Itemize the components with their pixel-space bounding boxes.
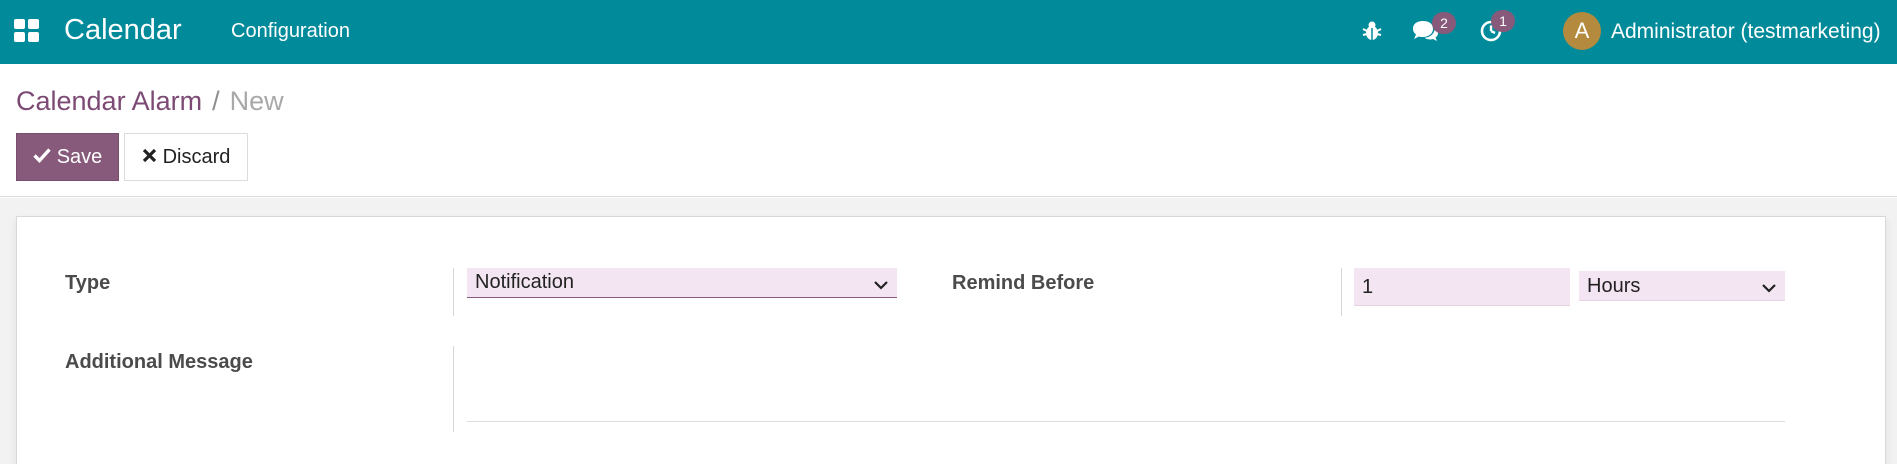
breadcrumb-current: New bbox=[229, 86, 284, 116]
bug-icon[interactable] bbox=[1360, 19, 1384, 48]
type-label: Type bbox=[65, 272, 111, 294]
divider bbox=[453, 346, 454, 432]
remind-unit-select[interactable]: Hours bbox=[1579, 271, 1785, 301]
remind-unit-value: Hours bbox=[1587, 275, 1641, 297]
remind-before-input[interactable]: 1 bbox=[1354, 268, 1570, 306]
apps-grid-icon[interactable] bbox=[14, 19, 40, 43]
top-navbar: Calendar Configuration 2 1 A Administrat… bbox=[0, 0, 1897, 64]
remind-before-label: Remind Before bbox=[952, 272, 1095, 294]
chevron-down-icon bbox=[1761, 278, 1777, 301]
discard-button[interactable]: Discard bbox=[124, 133, 248, 181]
save-button-label: Save bbox=[56, 145, 103, 168]
close-icon bbox=[142, 146, 157, 169]
divider bbox=[1341, 268, 1342, 316]
menu-configuration[interactable]: Configuration bbox=[231, 20, 350, 43]
additional-message-textarea[interactable] bbox=[467, 346, 1785, 422]
breadcrumb-parent[interactable]: Calendar Alarm bbox=[16, 86, 202, 116]
additional-message-label: Additional Message bbox=[65, 351, 253, 373]
breadcrumb-separator: / bbox=[212, 86, 220, 116]
type-select[interactable]: Notification bbox=[467, 268, 897, 298]
chat-count-badge: 2 bbox=[1432, 12, 1456, 34]
breadcrumb: Calendar Alarm / New bbox=[16, 86, 284, 117]
discard-button-label: Discard bbox=[162, 145, 231, 168]
type-select-value: Notification bbox=[475, 271, 574, 293]
divider bbox=[453, 268, 454, 316]
form-sheet bbox=[16, 216, 1886, 464]
save-button[interactable]: Save bbox=[16, 133, 119, 181]
control-panel bbox=[0, 64, 1897, 197]
user-menu[interactable]: Administrator (testmarketing) bbox=[1611, 20, 1881, 44]
avatar[interactable]: A bbox=[1563, 12, 1601, 50]
activity-count-badge: 1 bbox=[1491, 10, 1515, 32]
app-name[interactable]: Calendar bbox=[64, 14, 182, 47]
chevron-down-icon bbox=[873, 275, 889, 298]
check-icon bbox=[33, 146, 51, 169]
